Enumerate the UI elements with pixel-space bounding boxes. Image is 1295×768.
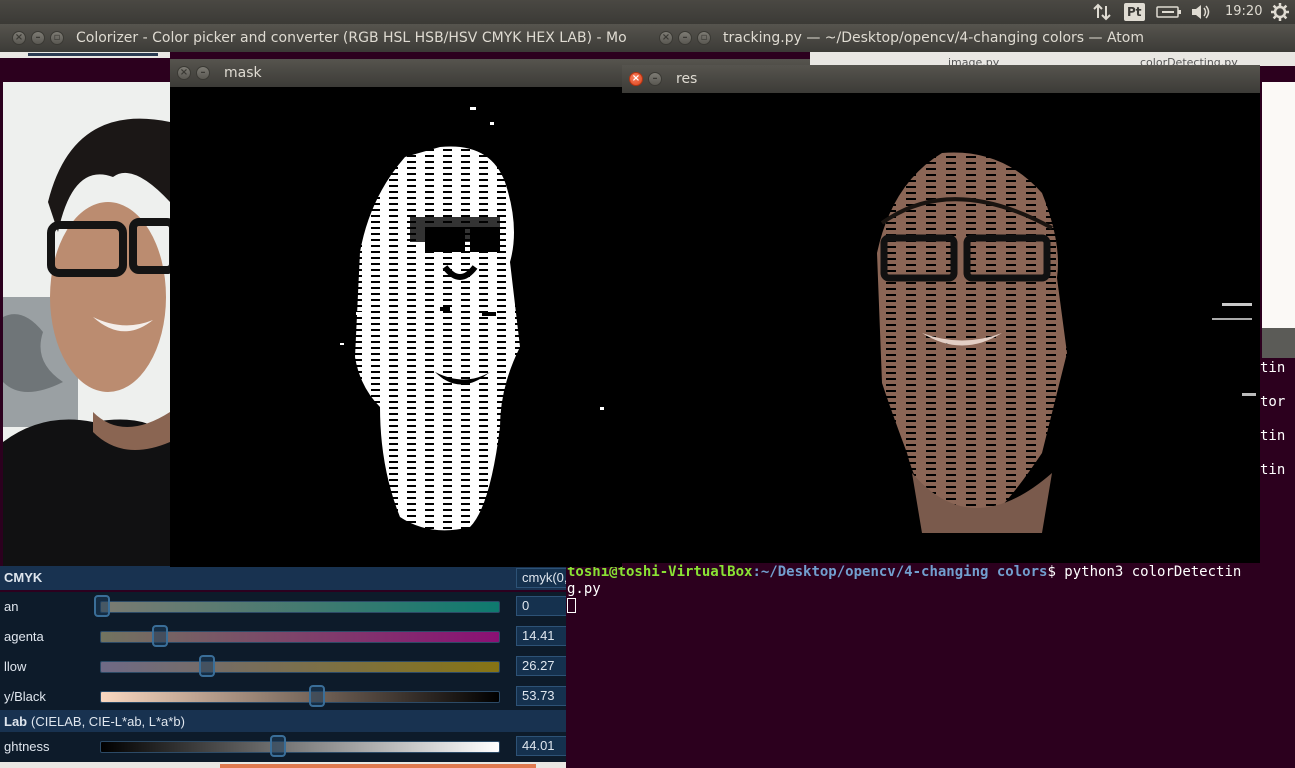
atom-editor-edge [1262,82,1295,328]
yellow-value-field[interactable]: 26.27 [516,656,572,676]
mask-image [170,87,622,567]
prompt-command: $ python3 colorDetectin [1047,564,1242,580]
terminal-line-fragment: tin [1260,462,1286,478]
terminal-line-fragment: tor [1260,394,1286,410]
cyan-slider-thumb[interactable] [94,595,110,617]
black-slider-track[interactable] [100,691,500,703]
yellow-slider-row: llow 26.27 [0,652,572,682]
yellow-slider-thumb[interactable] [199,655,216,677]
lightness-slider-thumb[interactable] [270,735,287,757]
battery-icon[interactable] [1156,0,1182,24]
settings-gear-icon[interactable] [1270,0,1290,24]
terminal-titlebar-edge [1262,328,1295,358]
lightness-slider-track[interactable] [100,741,500,753]
network-arrows-icon[interactable] [1092,0,1112,24]
minimize-icon[interactable]: – [678,31,692,45]
close-icon[interactable]: × [12,31,26,45]
terminal-prompt-line: toshi@toshi-VirtualBox:~/Desktop/opencv/… [567,564,1241,581]
lightness-value-field[interactable]: 44.01 [516,736,572,756]
close-icon[interactable]: × [177,66,191,80]
page-bottom-strip [0,762,566,768]
black-label: y/Black [4,689,46,704]
volume-icon[interactable] [1189,0,1213,24]
cyan-slider-track[interactable] [100,601,500,613]
lab-section-header: Lab (CIELAB, CIE-L*ab, L*a*b) [0,710,566,732]
prompt-path: :~/Desktop/opencv/4-changing colors [752,564,1048,580]
terminal-cursor [567,598,576,613]
magenta-label: agenta [4,629,44,644]
window-title: res [676,71,698,87]
yellow-label: llow [4,659,27,674]
magenta-value-field[interactable]: 14.41 [516,626,572,646]
lab-heading: Lab [4,714,28,729]
clock[interactable]: 19:20 [1225,0,1262,24]
colorizer-titlebar[interactable]: × – ▫ Colorizer - Color picker and conve… [0,24,650,52]
webcam-preview-image [3,82,170,566]
window-title: mask [224,65,262,81]
cmyk-section-header: CMYK cmyk(0, [0,566,572,590]
keyboard-layout-label: Pt [1124,3,1145,21]
maximize-icon[interactable]: ▫ [50,31,64,45]
cyan-slider-row: an 0 [0,592,572,622]
atom-tab-bar: image.py colorDetecting.py [810,52,1295,66]
close-icon[interactable]: × [659,31,673,45]
terminal-wrapped-line: g.py [567,581,601,598]
magenta-slider-row: agenta 14.41 [0,622,572,652]
cmyk-css-value-field[interactable]: cmyk(0, [516,568,572,588]
lab-subheading: (CIELAB, CIE-L*ab, L*a*b) [31,714,185,729]
black-slider-thumb[interactable] [308,685,325,707]
command-wrap: g.py [567,581,601,597]
lightness-slider-row: ghtness 44.01 [0,732,572,762]
yellow-slider-track[interactable] [100,661,500,673]
magenta-slider-thumb[interactable] [151,625,168,647]
top-panel: Pt 19:20 [0,0,1295,24]
window-title: Colorizer - Color picker and converter (… [76,30,627,46]
res-titlebar[interactable]: × – res [622,65,1260,93]
minimize-icon[interactable]: – [648,72,662,86]
terminal-line-fragment: tin [1260,428,1286,444]
atom-titlebar[interactable]: × – ▫ tracking.py — ~/Desktop/opencv/4-c… [650,24,1295,52]
black-value-field[interactable]: 53.73 [516,686,572,706]
terminal-body[interactable] [566,566,1295,768]
maximize-icon[interactable]: ▫ [697,31,711,45]
keyboard-indicator-icon[interactable]: Pt [1124,0,1145,24]
res-image [622,93,1260,563]
black-slider-row: y/Black 53.73 [0,682,572,712]
browser-toolbar-strip [0,52,170,58]
cmyk-heading: CMYK [4,570,43,585]
cyan-value-field[interactable]: 0 [516,596,572,616]
lightness-label: ghtness [4,739,50,754]
window-title: tracking.py — ~/Desktop/opencv/4-changin… [723,30,1144,46]
cyan-label: an [4,599,19,614]
minimize-icon[interactable]: – [196,66,210,80]
close-icon[interactable]: × [629,72,643,86]
terminal-line-fragment: tin [1260,360,1286,376]
minimize-icon[interactable]: – [31,31,45,45]
